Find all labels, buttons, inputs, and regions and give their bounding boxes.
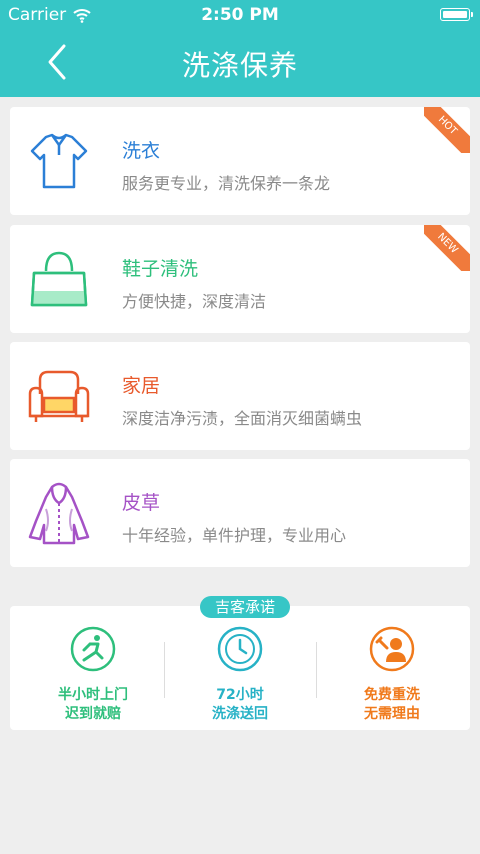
service-subtitle: 服务更专业，清洗保养一条龙 xyxy=(122,174,331,193)
status-bar: Carrier 2:50 PM xyxy=(0,0,480,32)
new-badge: NEW xyxy=(424,225,470,271)
service-card-laundry[interactable]: 洗衣 服务更专业，清洗保养一条龙 HOT xyxy=(10,107,470,215)
promise-line-1: 半小时上门 xyxy=(58,687,128,703)
service-subtitle: 方便快捷，深度清洁 xyxy=(122,292,267,311)
header-bar: Carrier 2:50 PM 洗涤保养 xyxy=(0,0,480,97)
running-person-icon xyxy=(70,626,116,672)
promise-panel: 半小时上门 迟到就赔 72小时 洗涤送回 免费重洗 无需理由 xyxy=(10,606,470,730)
promise-line-2: 洗涤送回 xyxy=(212,706,268,722)
promise-line-2: 迟到就赔 xyxy=(65,706,121,722)
status-time: 2:50 PM xyxy=(201,5,279,25)
hot-badge: HOT xyxy=(424,107,470,153)
shirt-icon xyxy=(30,133,88,189)
promise-line-2: 无需理由 xyxy=(364,706,420,722)
service-title: 洗衣 xyxy=(122,140,161,162)
clock-icon xyxy=(217,626,263,672)
bag-icon xyxy=(30,251,88,307)
service-subtitle: 深度洁净污渍，全面消灭细菌螨虫 xyxy=(122,409,363,428)
promise-item-72h: 72小时 洗涤送回 xyxy=(165,606,315,730)
service-subtitle: 十年经验，单件护理，专业用心 xyxy=(122,526,347,545)
promise-line-1: 免费重洗 xyxy=(364,687,420,703)
service-card-fur[interactable]: 皮草 十年经验，单件护理，专业用心 xyxy=(10,459,470,567)
service-title: 鞋子清洗 xyxy=(122,258,199,280)
service-title: 家居 xyxy=(122,375,161,397)
promise-item-on-time: 半小时上门 迟到就赔 xyxy=(18,606,168,730)
page-title: 洗涤保养 xyxy=(181,49,298,82)
coat-icon xyxy=(28,482,90,545)
promise-line-1: 72小时 xyxy=(216,687,264,703)
service-title: 皮草 xyxy=(122,492,161,514)
service-card-shoes[interactable]: 鞋子清洗 方便快捷，深度清洁 NEW xyxy=(10,225,470,333)
wrench-person-icon xyxy=(369,626,415,672)
promise-item-free-rewash: 免费重洗 无需理由 xyxy=(317,606,467,730)
armchair-icon xyxy=(28,370,90,422)
battery-icon xyxy=(440,8,473,21)
service-card-home[interactable]: 家居 深度洁净污渍，全面消灭细菌螨虫 xyxy=(10,342,470,450)
promise-tag: 吉客承诺 xyxy=(200,596,290,618)
